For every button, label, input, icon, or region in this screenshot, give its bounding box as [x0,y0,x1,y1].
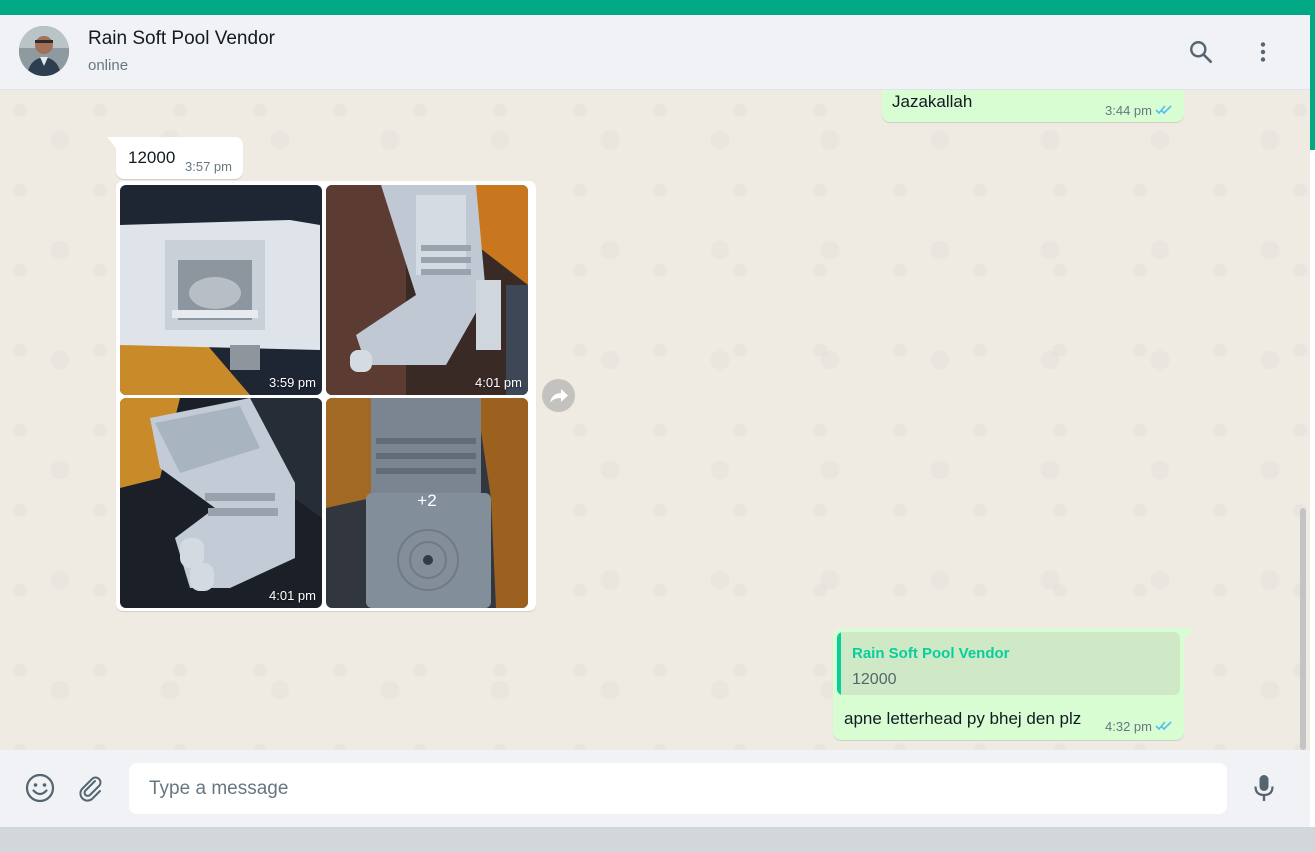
message-text: 12000 [128,148,176,167]
quoted-author: Rain Soft Pool Vendor [852,645,1010,662]
scrollbar-thumb[interactable] [1300,508,1306,750]
message-time: 3:57 pm [185,159,232,174]
emoji-icon[interactable] [22,770,58,806]
quoted-text: 12000 [852,671,897,688]
photo-thumbnail[interactable]: +2 [326,398,528,608]
message-input[interactable] [129,763,1227,814]
bubble-tail [1184,628,1194,640]
microphone-icon[interactable] [1246,770,1282,806]
message-text: apne letterhead py bhej den plz [844,709,1082,728]
photo-time: 4:01 pm [475,375,522,390]
message-time: 4:32 pm [1105,719,1152,734]
menu-icon[interactable] [1248,37,1278,67]
photo-time: 3:59 pm [269,375,316,390]
contact-name[interactable]: Rain Soft Pool Vendor [88,28,275,50]
search-icon[interactable] [1186,37,1216,67]
message-outgoing[interactable]: Rain Soft Pool Vendor 12000 apne letterh… [833,628,1184,740]
photo-thumbnail[interactable]: 3:59 pm [120,185,322,395]
photo-thumbnail[interactable]: 4:01 pm [120,398,322,608]
message-time: 3:44 pm [1105,103,1152,118]
avatar[interactable] [19,26,69,76]
top-accent-bar [0,0,1315,15]
attach-icon[interactable] [73,770,109,806]
read-ticks-icon [1155,721,1172,731]
quoted-message[interactable]: Rain Soft Pool Vendor 12000 [837,632,1180,695]
message-incoming[interactable]: 12000 3:57 pm [116,137,243,179]
chat-header[interactable]: Rain Soft Pool Vendor online [0,15,1310,90]
chat-window: Rain Soft Pool Vendor online Jazakallah … [0,15,1310,827]
contact-status: online [88,57,129,74]
photo-thumbnail[interactable]: 4:01 pm [326,185,528,395]
bottom-frame [0,827,1315,852]
message-list[interactable]: Jazakallah 3:44 pm 12000 3:57 pm 3:59 pm… [0,90,1310,750]
read-ticks-icon [1155,105,1172,115]
more-photos-count[interactable]: +2 [326,398,528,608]
photo-album[interactable]: 3:59 pm 4:01 pm 4:01 pm +2 [116,181,536,611]
bubble-tail [107,137,117,149]
forward-icon[interactable] [542,379,575,412]
photo-time: 4:01 pm [269,588,316,603]
message-outgoing[interactable]: Jazakallah 3:44 pm [882,90,1184,122]
window-edge [1310,15,1315,827]
quote-accent-bar [837,632,841,695]
scrollbar[interactable] [1300,90,1306,750]
window-edge-accent [1310,15,1315,150]
message-text: Jazakallah [892,92,973,111]
composer-bar [0,750,1310,827]
